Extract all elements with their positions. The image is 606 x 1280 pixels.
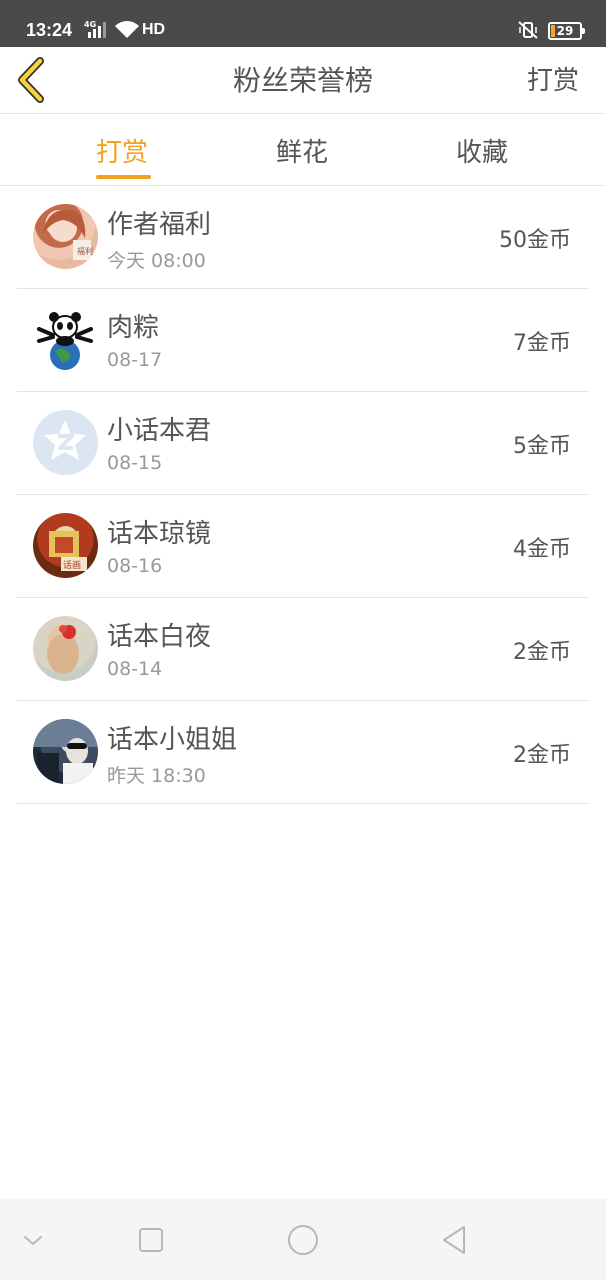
wifi-icon bbox=[115, 21, 139, 38]
battery-level: 29 bbox=[556, 24, 574, 38]
reward-time: 08-15 bbox=[107, 452, 163, 474]
reward-amount: 4金币 bbox=[513, 537, 571, 562]
user-name: 小话本君 bbox=[107, 416, 212, 446]
tab-bar: 打赏 鲜花 收藏 bbox=[0, 115, 606, 186]
fan-ranking-list: 福利 作者福利 今天 08:00 50金币 肉粽 08-17 7金币 小话本君 … bbox=[17, 186, 589, 804]
girl-flower-avatar-icon bbox=[47, 625, 79, 674]
svg-text:话画: 话画 bbox=[63, 559, 81, 571]
active-tab-indicator bbox=[96, 175, 151, 179]
tab-reward[interactable]: 打赏 bbox=[96, 132, 148, 169]
user-name: 话本白夜 bbox=[107, 622, 212, 652]
reward-time: 08-14 bbox=[107, 658, 163, 680]
system-nav-bar bbox=[0, 1199, 606, 1280]
default-avatar-icon bbox=[44, 420, 86, 460]
recent-apps-icon[interactable] bbox=[134, 1223, 168, 1257]
avatar bbox=[33, 410, 98, 475]
avatar bbox=[33, 616, 98, 681]
user-name: 话本琼镜 bbox=[107, 519, 212, 549]
page-title: 粉丝荣誉榜 bbox=[232, 64, 373, 97]
user-name: 肉粽 bbox=[107, 313, 160, 343]
photo-avatar-icon: 话画 bbox=[49, 531, 87, 571]
reward-amount: 50金币 bbox=[499, 228, 571, 253]
reward-time: 昨天 18:30 bbox=[107, 765, 206, 787]
reward-button[interactable]: 打赏 bbox=[527, 60, 579, 97]
avatar bbox=[33, 307, 98, 372]
reward-time: 08-17 bbox=[107, 349, 163, 371]
reward-amount: 2金币 bbox=[513, 640, 571, 665]
avatar: 话画 bbox=[33, 513, 98, 578]
list-item[interactable]: 肉粽 08-17 7金币 bbox=[17, 289, 589, 392]
back-triangle-icon[interactable] bbox=[438, 1223, 472, 1257]
list-item[interactable]: 话本小姐姐 昨天 18:30 2金币 bbox=[17, 701, 589, 804]
reward-amount: 7金币 bbox=[513, 331, 571, 356]
user-name: 作者福利 bbox=[107, 210, 212, 240]
list-item[interactable]: 福利 作者福利 今天 08:00 50金币 bbox=[17, 186, 589, 289]
tab-flowers[interactable]: 鲜花 bbox=[276, 132, 328, 169]
battery-icon: 29 bbox=[548, 22, 585, 40]
mute-vibrate-icon bbox=[518, 21, 538, 39]
reward-amount: 5金币 bbox=[513, 434, 571, 459]
home-icon[interactable] bbox=[286, 1223, 320, 1257]
status-bar: 13:24 4G HD 29 bbox=[0, 0, 606, 47]
avatar bbox=[33, 719, 98, 784]
tab-favorites[interactable]: 收藏 bbox=[456, 132, 508, 169]
reward-time: 今天 08:00 bbox=[107, 250, 206, 272]
hd-indicator: HD bbox=[142, 21, 166, 38]
list-item[interactable]: 话画 话本琼镜 08-16 4金币 bbox=[17, 495, 589, 598]
battery-fill bbox=[551, 25, 555, 37]
signal-icon bbox=[88, 22, 106, 38]
status-time: 13:24 bbox=[26, 20, 73, 40]
reward-time: 08-16 bbox=[107, 555, 163, 577]
svg-text:福利: 福利 bbox=[77, 246, 93, 256]
reward-amount: 2金币 bbox=[513, 743, 571, 768]
panda-globe-avatar-icon bbox=[37, 312, 93, 370]
list-item[interactable]: 话本白夜 08-14 2金币 bbox=[17, 598, 589, 701]
anime-girl-avatar-icon: 福利 bbox=[43, 209, 93, 260]
avatar: 福利 bbox=[33, 204, 98, 269]
user-name: 话本小姐姐 bbox=[107, 725, 238, 755]
app-header: 粉丝荣誉榜 打赏 bbox=[0, 47, 606, 114]
list-item[interactable]: 小话本君 08-15 5金币 bbox=[17, 392, 589, 495]
chevron-down-icon[interactable] bbox=[16, 1223, 50, 1257]
car-photo-avatar-icon bbox=[33, 719, 98, 784]
